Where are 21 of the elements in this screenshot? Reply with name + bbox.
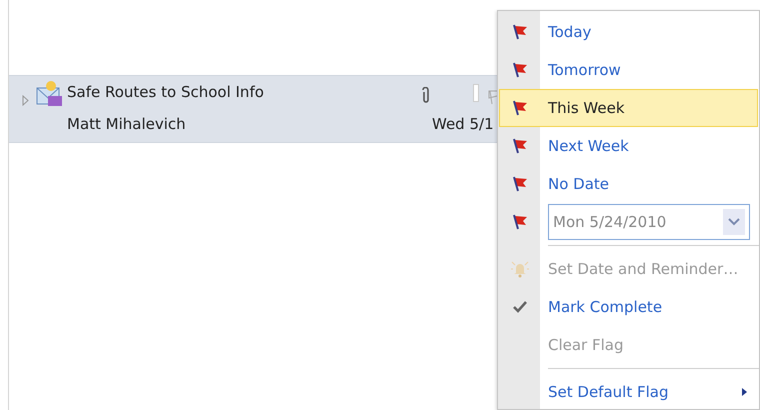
caret-icon[interactable] <box>723 209 745 235</box>
bell-icon <box>510 259 530 279</box>
flag-icon <box>512 176 528 192</box>
menu-item[interactable]: No Date <box>499 165 758 203</box>
menu-item[interactable]: Set Default Flag <box>499 373 758 410</box>
menu-item[interactable]: Today <box>499 13 758 51</box>
menu-item[interactable]: Mark Complete <box>499 288 758 326</box>
envelope-icon <box>34 80 64 108</box>
flag-icon <box>512 100 528 116</box>
flag-icon <box>512 138 528 154</box>
message-sender: Matt Mihalevich <box>67 114 186 135</box>
menu-item[interactable]: This Week <box>499 89 758 127</box>
flag-icon <box>512 214 528 230</box>
flag-icon <box>512 62 528 78</box>
message-date: Wed 5/1 <box>432 114 494 135</box>
flag-icon <box>512 24 528 40</box>
date-dropdown[interactable]: Mon 5/24/2010 <box>548 204 750 240</box>
message-subject: Safe Routes to School Info <box>67 82 264 103</box>
check-icon <box>512 300 528 314</box>
category-box <box>473 84 479 102</box>
submenu-arrow-icon <box>742 388 747 396</box>
